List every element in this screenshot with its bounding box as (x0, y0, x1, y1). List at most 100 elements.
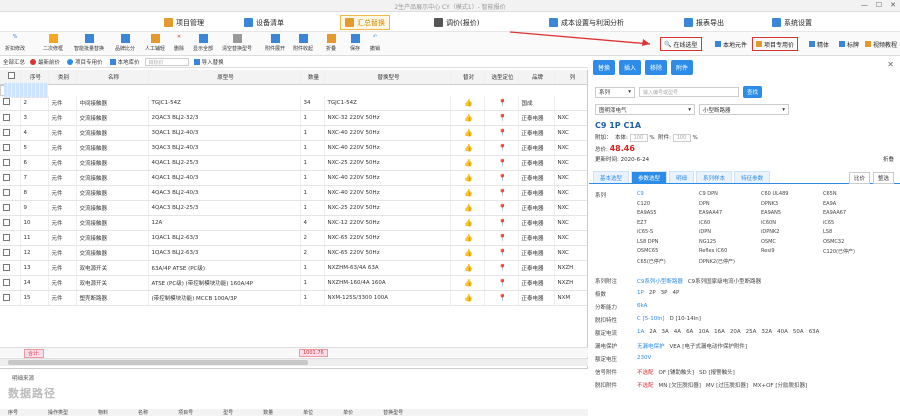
column-header[interactable]: 替换型号 (324, 70, 451, 85)
attribute-option[interactable]: C9系列国家级电流小型断路器 (688, 277, 761, 285)
location-pin-icon[interactable]: 📍 (498, 219, 507, 227)
series-option[interactable]: C9 (637, 191, 699, 199)
attribute-option[interactable]: 不选配 (637, 381, 654, 389)
local-price-chip[interactable]: 本地库价 (108, 58, 142, 67)
thumbs-up-icon[interactable]: 👍 (464, 249, 473, 257)
category-select[interactable]: 小型断路器 ▾ (699, 104, 789, 115)
column-header[interactable]: 原型号 (148, 70, 301, 85)
table-row[interactable]: 15 元件 塑壳断路器 (带控制模块功能) MCCB 100A/3P 1 NXM-125S… (0, 290, 587, 306)
all-summary-label[interactable]: 全部汇总 (3, 58, 25, 66)
attribute-option[interactable]: 40A (777, 329, 788, 335)
series-option[interactable]: EZ7 (637, 220, 699, 228)
thumbs-up-icon[interactable]: 👍 (464, 204, 473, 212)
undo-button[interactable]: ↶ 撤销 (360, 33, 390, 52)
series-option[interactable]: DPNK2(已停产) (699, 258, 761, 266)
series-option[interactable]: LS8 DPN (637, 239, 699, 247)
row-checkbox[interactable] (3, 263, 10, 271)
menu-device-list[interactable]: 设备清单 (240, 15, 288, 30)
series-option[interactable]: C60 UL489 (761, 191, 823, 199)
thumbs-up-icon[interactable]: 👍 (464, 174, 473, 182)
attribute-option[interactable]: 3P (661, 290, 668, 296)
table-row[interactable]: 14 元件 双电源开关 ATSE (PC级) (带控制模块功能) 160A/4P 1 NX… (0, 275, 587, 291)
series-option[interactable]: EA9AA67 (823, 210, 885, 218)
brand-select[interactable]: 图明漆电气 ▾ (595, 104, 695, 115)
attribute-option[interactable]: 4P (672, 290, 679, 296)
series-option[interactable]: Reflex iC60 (699, 248, 761, 256)
thumbs-up-icon[interactable]: 👍 (464, 294, 473, 302)
attribute-option[interactable]: 无漏电保护 (637, 342, 665, 350)
replace-tab[interactable]: 替换 (593, 60, 616, 75)
attribute-option[interactable]: C [5-10In] (637, 316, 664, 322)
location-pin-icon[interactable]: 📍 (498, 129, 507, 137)
table-row[interactable]: 3 元件 交流接触器 2QAC3 BLJ2-32/3 1 NXC-32 220V 50Hz… (0, 110, 587, 126)
table-row[interactable]: 12 元件 交流接触器 1QAC3 BLJ2-63/3 2 NXC-65 220V 50H… (0, 245, 587, 261)
attribute-option[interactable]: 6kA (637, 303, 647, 309)
row-checkbox[interactable] (3, 278, 10, 286)
thumbs-up-icon[interactable]: 👍 (464, 144, 473, 152)
menu-system-settings[interactable]: 系统设置 (768, 15, 816, 30)
attribute-option[interactable]: 2P (649, 290, 656, 296)
target-price-input[interactable]: 目标价 (144, 58, 189, 66)
show-all-button[interactable]: 显示全部 (188, 33, 218, 52)
location-pin-icon[interactable]: 📍 (498, 204, 507, 212)
row-checkbox[interactable] (3, 203, 10, 211)
attribute-option[interactable]: 25A (746, 329, 757, 335)
attribute-option[interactable]: 10A (698, 329, 709, 335)
row-checkbox[interactable] (3, 98, 10, 106)
tab-features[interactable]: 特征参数 (734, 171, 771, 183)
series-option[interactable]: iC65 (823, 220, 885, 228)
location-pin-icon[interactable]: 📍 (498, 159, 507, 167)
attribute-option[interactable]: VEA [电子式漏电动作保护附件] (670, 342, 748, 350)
attribute-option[interactable]: OF [辅助触头] (659, 368, 695, 376)
horizontal-scrollbar[interactable] (0, 358, 588, 366)
table-row[interactable]: 8 元件 交流接触器 4QAC3 BLJ2-40/3 1 NXC-40 220V 50Hz… (0, 185, 587, 201)
model-search-input[interactable]: 输入编号或型号 (639, 87, 739, 97)
column-header[interactable]: 选型定位 (484, 70, 519, 85)
scrollbar-thumb[interactable] (8, 360, 308, 365)
table-row[interactable]: 11 元件 交流接触器 1QAC1 BLJ2-63/3 2 NXC-65 220V 50H… (0, 230, 587, 246)
location-pin-icon[interactable]: 📍 (498, 144, 507, 152)
attribute-option[interactable]: MX+OF [分励脱扣器] (753, 381, 807, 389)
series-option[interactable]: OSMC65 (637, 248, 699, 256)
attribute-option[interactable]: 2A (649, 329, 656, 335)
attribute-option[interactable]: 不选配 (637, 368, 654, 376)
attribute-option[interactable]: 20A (730, 329, 741, 335)
series-select[interactable]: 系列 ▾ (595, 86, 635, 98)
row-checkbox[interactable] (3, 128, 10, 136)
row-checkbox[interactable] (3, 143, 10, 151)
close-icon[interactable]: ✕ (890, 1, 896, 9)
series-option[interactable]: OSMC32 (823, 239, 885, 247)
column-header[interactable]: 品牌 (518, 70, 555, 85)
thumbs-up-icon[interactable]: 👍 (464, 114, 473, 122)
thumbs-up-icon[interactable]: 👍 (464, 234, 473, 242)
expand-attachment-button[interactable]: 附件展开 (260, 33, 290, 52)
menu-price-adjust[interactable]: 调价(报价) (430, 15, 483, 30)
series-option[interactable]: iDPN (699, 229, 761, 237)
collapse-attachment-button[interactable]: 附件收起 (288, 33, 318, 52)
row-checkbox[interactable] (3, 113, 10, 121)
series-option[interactable]: Resi9 (761, 248, 823, 256)
row-checkbox[interactable] (3, 173, 10, 181)
row-checkbox[interactable] (3, 158, 10, 166)
menu-report-export[interactable]: 报表导出 (680, 15, 728, 30)
location-pin-icon[interactable]: 📍 (498, 234, 507, 242)
table-row[interactable]: 13 元件 双电源开关 63A/4P ATSE (PC级) 1 NXZHM-63/4A 6… (0, 260, 587, 276)
batch-replace-button[interactable]: 智能批量替换 (74, 33, 104, 52)
series-option[interactable]: EA9AN5 (761, 210, 823, 218)
thumbs-up-icon[interactable]: 👍 (464, 159, 473, 167)
series-option[interactable]: DPNK3 (761, 201, 823, 209)
location-pin-icon[interactable]: 📍 (498, 114, 507, 122)
series-option[interactable]: OSMC (761, 239, 823, 247)
table-row[interactable]: 9 元件 交流接触器 4QAC3 BLJ2-25/3 1 NXC-25 220V 50Hz… (0, 200, 587, 216)
attribute-option[interactable]: MV [过压脱扣器] (706, 381, 748, 389)
menu-project[interactable]: 项目管理 (160, 15, 208, 30)
online-select-button[interactable]: 🔍 在线选型 (660, 37, 702, 51)
video-tutorial-button[interactable]: 视频教程 (862, 37, 900, 51)
table-row[interactable]: 5 元件 交流接触器 3QAC3 BLJ2-40/3 1 NXC-40 220V 50Hz… (0, 140, 587, 156)
row-checkbox[interactable] (3, 188, 10, 196)
thumbs-up-icon[interactable]: 👍 (464, 99, 473, 107)
column-header[interactable]: 列 (554, 70, 587, 85)
row-checkbox[interactable] (3, 233, 10, 241)
attribute-option[interactable]: C9系列小型断路器 (637, 277, 683, 285)
column-header[interactable]: 数量 (300, 70, 325, 85)
